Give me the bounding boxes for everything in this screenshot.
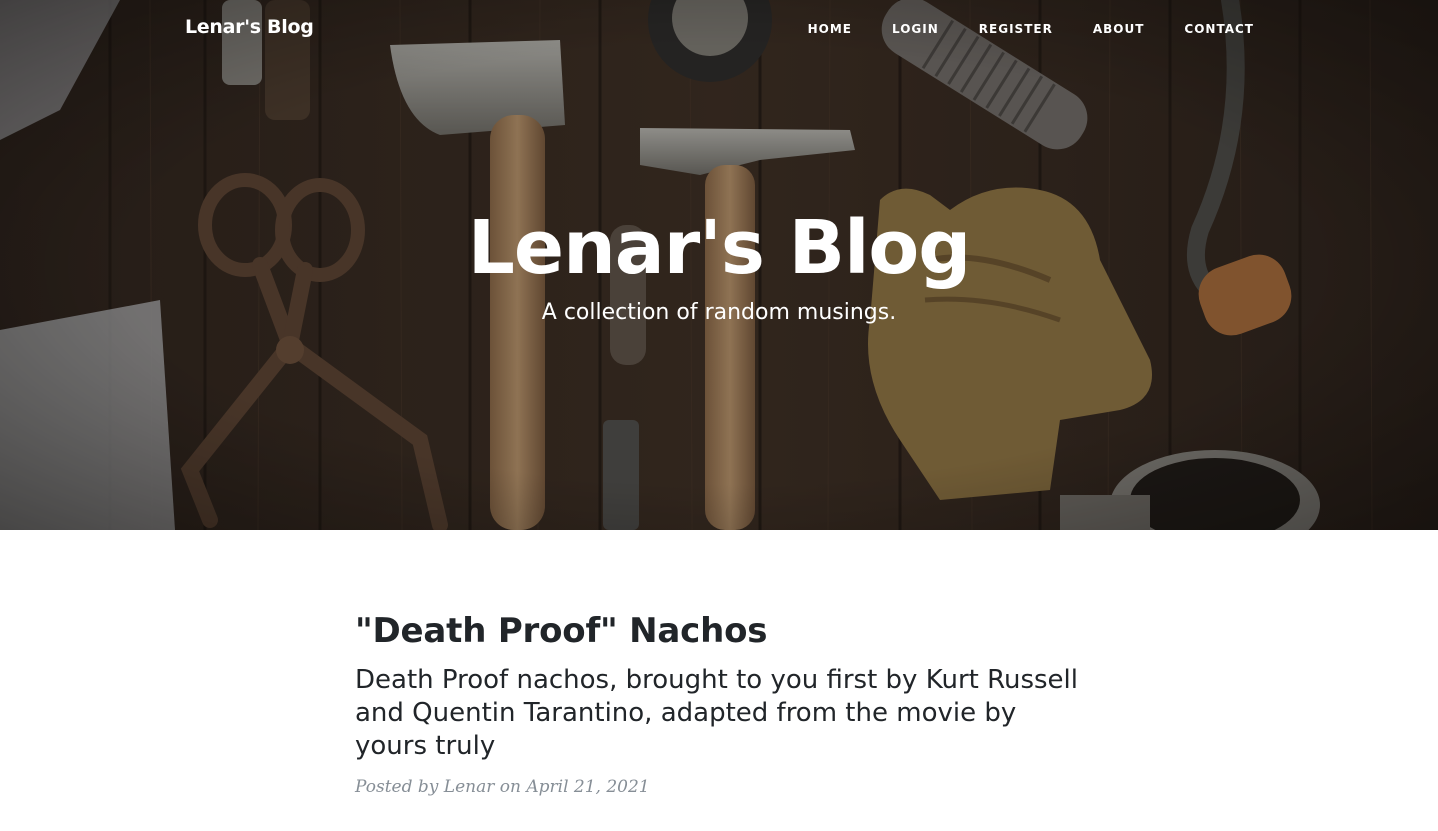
nav-item-register: REGISTER	[939, 22, 1053, 36]
nav-item-home: HOME	[808, 22, 852, 36]
nav-link-contact[interactable]: CONTACT	[1144, 22, 1254, 36]
nav-item-contact: CONTACT	[1144, 22, 1254, 36]
site-subtitle: A collection of random musings.	[541, 300, 897, 325]
nav-item-login: LOGIN	[852, 22, 939, 36]
site-heading: Lenar's Blog A collection of random musi…	[0, 200, 1438, 328]
site-title: Lenar's Blog	[467, 205, 972, 291]
post-meta: Posted by Lenar on April 21, 2021	[355, 777, 1085, 797]
post-title: "Death Proof" Nachos	[355, 611, 768, 651]
nav-links: HOME LOGIN REGISTER ABOUT CONTACT	[808, 22, 1254, 36]
nav-link-register[interactable]: REGISTER	[939, 22, 1053, 36]
post-date: April 21, 2021	[526, 777, 650, 797]
post-preview: "Death Proof" Nachos Death Proof nachos,…	[355, 606, 1085, 797]
masthead: Lenar's Blog HOME LOGIN REGISTER ABOUT C…	[0, 0, 1438, 530]
post-author-link[interactable]: Lenar	[444, 777, 495, 797]
navbar-brand-link[interactable]: Lenar's Blog	[185, 16, 314, 38]
nav-item-about: ABOUT	[1053, 22, 1145, 36]
post-subtitle: Death Proof nachos, brought to you first…	[355, 665, 1078, 761]
nav-link-login[interactable]: LOGIN	[852, 22, 939, 36]
post-meta-prefix: Posted by	[355, 777, 439, 797]
nav-link-about[interactable]: ABOUT	[1053, 22, 1145, 36]
post-meta-on: on	[499, 777, 521, 797]
post-link[interactable]: "Death Proof" Nachos Death Proof nachos,…	[355, 606, 1085, 763]
nav-link-home[interactable]: HOME	[808, 22, 852, 36]
main-navbar: Lenar's Blog HOME LOGIN REGISTER ABOUT C…	[0, 0, 1438, 62]
